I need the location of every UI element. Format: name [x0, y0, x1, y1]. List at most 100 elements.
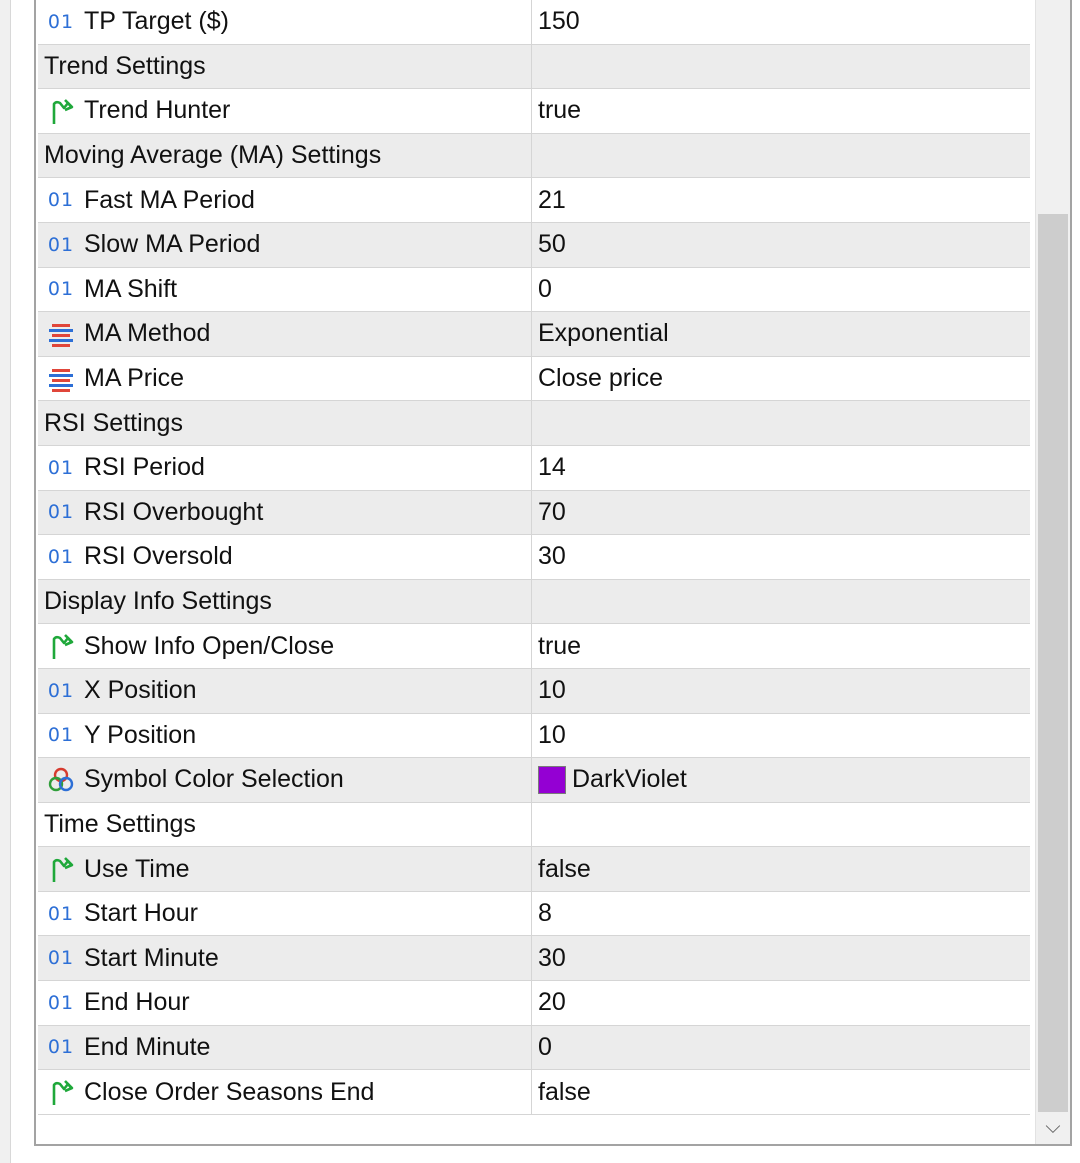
- scroll-down-arrow-icon[interactable]: ⌵: [1036, 1110, 1070, 1144]
- parameter-label: Use Time: [84, 854, 190, 883]
- parameter-value-cell: [532, 45, 1030, 89]
- parameter-value: 70: [538, 497, 566, 526]
- group-label: Trend Settings: [44, 51, 206, 80]
- parameter-name-cell: MA Method: [38, 312, 532, 356]
- parameter-name-cell: Trend Settings: [38, 44, 532, 89]
- parameter-row[interactable]: Show Info Open/Close true: [38, 624, 1030, 669]
- parameter-value-cell[interactable]: Exponential: [532, 312, 1030, 356]
- parameter-row[interactable]: 01 End Minute 0: [38, 1025, 1030, 1071]
- scrollbar-thumb[interactable]: [1038, 214, 1068, 1112]
- parameter-name-cell: 01 End Minute: [38, 1025, 532, 1070]
- parameter-name-cell: Trend Hunter: [38, 89, 532, 133]
- parameter-value-cell[interactable]: Close price: [532, 357, 1030, 401]
- parameter-value-cell[interactable]: DarkViolet: [532, 758, 1030, 802]
- parameter-name-cell: 01 RSI Period: [38, 445, 532, 490]
- int-parameter-icon: 01: [47, 947, 75, 970]
- color-swatch: [538, 765, 566, 794]
- parameter-value-cell[interactable]: 0: [532, 268, 1030, 312]
- parameter-name-cell: Show Info Open/Close: [38, 624, 532, 668]
- int-parameter-icon: 01: [47, 679, 75, 702]
- int-parameter-icon: 01: [47, 991, 75, 1014]
- parameter-label: End Hour: [84, 988, 190, 1017]
- parameter-row[interactable]: Symbol Color Selection DarkViolet: [38, 758, 1030, 803]
- parameter-row[interactable]: 01 Slow MA Period 50: [38, 222, 1030, 268]
- parameter-value-cell[interactable]: 21: [532, 178, 1030, 222]
- group-header-row: RSI Settings: [38, 401, 1030, 446]
- parameter-row[interactable]: Trend Hunter true: [38, 89, 1030, 134]
- parameter-label: Fast MA Period: [84, 185, 255, 214]
- parameter-value: 8: [538, 899, 552, 928]
- group-label: Moving Average (MA) Settings: [44, 141, 382, 170]
- bool-parameter-icon: [46, 631, 76, 661]
- parameter-label: RSI Oversold: [84, 542, 233, 571]
- parameter-name-cell: Moving Average (MA) Settings: [38, 133, 532, 178]
- parameter-value: 50: [538, 230, 566, 259]
- parameter-value-cell: [532, 401, 1030, 445]
- int-parameter-icon: 01: [47, 278, 75, 301]
- parameter-row[interactable]: 01 MA Shift 0: [38, 267, 1030, 313]
- parameter-label: Y Position: [84, 720, 197, 749]
- parameter-name-cell: Close Order Seasons End: [38, 1070, 532, 1114]
- parameter-value-cell[interactable]: 8: [532, 892, 1030, 936]
- parameter-name-cell: 01 Slow MA Period: [38, 222, 532, 267]
- parameter-name-cell: 01 End Hour: [38, 981, 532, 1025]
- int-parameter-icon: 01: [47, 724, 75, 747]
- parameter-value: 30: [538, 542, 566, 571]
- parameter-value-cell[interactable]: 0: [532, 1026, 1030, 1070]
- int-parameter-icon: 01: [47, 189, 75, 212]
- parameter-name-cell: Symbol Color Selection: [38, 758, 532, 802]
- parameter-value-cell[interactable]: true: [532, 624, 1030, 668]
- parameter-name-cell: 01 Y Position: [38, 713, 532, 758]
- int-parameter-icon: 01: [47, 1036, 75, 1059]
- parameter-value-cell[interactable]: 30: [532, 936, 1030, 980]
- parameter-name-cell: 01 Fast MA Period: [38, 178, 532, 222]
- parameter-row[interactable]: 01 Start Minute 30: [38, 936, 1030, 982]
- parameter-value: 150: [538, 7, 580, 36]
- parameter-row[interactable]: MA Price Close price: [38, 356, 1030, 402]
- parameter-value-cell: [532, 803, 1030, 847]
- bool-parameter-icon: [46, 96, 76, 126]
- parameter-value-cell[interactable]: 10: [532, 669, 1030, 713]
- parameter-value-cell[interactable]: 70: [532, 491, 1030, 535]
- parameter-value: true: [538, 631, 582, 660]
- parameter-label: End Minute: [84, 1032, 211, 1061]
- parameter-row[interactable]: MA Method Exponential: [38, 312, 1030, 357]
- vertical-scrollbar[interactable]: ⌵: [1035, 0, 1070, 1144]
- parameter-row[interactable]: 01 X Position 10: [38, 668, 1030, 714]
- parameters-grid: 01 TP Target ($) 150 Trend Settings Trend Hu…: [38, 0, 1030, 1115]
- parameter-row[interactable]: 01 TP Target ($) 150: [38, 0, 1030, 45]
- parameter-row[interactable]: Close Order Seasons End false: [38, 1070, 1030, 1115]
- parameter-label: Show Info Open/Close: [84, 631, 335, 660]
- parameter-value: 21: [538, 185, 566, 214]
- parameter-name-cell: 01 X Position: [38, 668, 532, 713]
- parameter-value-cell[interactable]: false: [532, 1070, 1030, 1114]
- parameter-value-cell[interactable]: 30: [532, 535, 1030, 579]
- parameters-panel: 01 TP Target ($) 150 Trend Settings Trend Hu…: [34, 0, 1072, 1146]
- parameter-row[interactable]: 01 RSI Oversold 30: [38, 535, 1030, 580]
- parameter-value-cell[interactable]: 50: [532, 223, 1030, 267]
- parameter-row[interactable]: 01 RSI Overbought 70: [38, 490, 1030, 536]
- group-label: Time Settings: [44, 809, 196, 838]
- parameter-row[interactable]: Use Time false: [38, 847, 1030, 892]
- parameter-value: 14: [538, 453, 566, 482]
- parameter-value-cell[interactable]: 14: [532, 446, 1030, 490]
- parameter-value-cell[interactable]: 10: [532, 714, 1030, 758]
- parameter-row[interactable]: 01 RSI Period 14: [38, 445, 1030, 491]
- parameter-label: Trend Hunter: [84, 96, 231, 125]
- parameter-row[interactable]: 01 Y Position 10: [38, 713, 1030, 759]
- parameter-row[interactable]: 01 Fast MA Period 21: [38, 178, 1030, 223]
- parameter-value-cell[interactable]: 20: [532, 981, 1030, 1025]
- parameter-value-cell[interactable]: true: [532, 89, 1030, 133]
- parameter-value: Exponential: [538, 319, 669, 348]
- group-header-row: Display Info Settings: [38, 579, 1030, 625]
- parameter-value: 0: [538, 274, 552, 303]
- parameter-row[interactable]: 01 End Hour 20: [38, 981, 1030, 1026]
- parameter-label: MA Shift: [84, 274, 178, 303]
- parameter-name-cell: Display Info Settings: [38, 579, 532, 624]
- parameter-row[interactable]: 01 Start Hour 8: [38, 891, 1030, 937]
- parameter-value-cell[interactable]: false: [532, 847, 1030, 891]
- parameter-name-cell: Time Settings: [38, 802, 532, 847]
- parameter-value-cell[interactable]: 150: [532, 0, 1030, 44]
- parameter-label: RSI Period: [84, 453, 205, 482]
- parameter-value: false: [538, 1077, 591, 1106]
